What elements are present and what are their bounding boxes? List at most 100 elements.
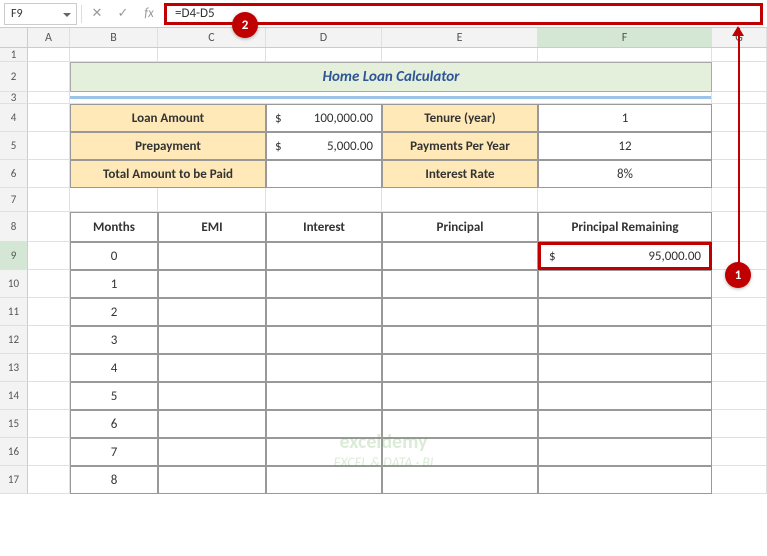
principal-cell[interactable] — [382, 354, 538, 382]
cell[interactable] — [712, 298, 767, 326]
cell[interactable] — [266, 188, 382, 212]
selected-cell-f9[interactable]: $95,000.00 — [538, 242, 712, 270]
cell[interactable] — [28, 212, 70, 242]
emi-cell[interactable] — [158, 270, 266, 298]
cancel-icon[interactable]: ✕ — [86, 3, 108, 25]
interest-cell[interactable] — [266, 298, 382, 326]
cell[interactable] — [70, 48, 158, 62]
rate-label[interactable]: Interest Rate — [382, 160, 538, 188]
principal-cell[interactable] — [382, 326, 538, 354]
enter-icon[interactable]: ✓ — [112, 3, 134, 25]
cell[interactable] — [28, 92, 70, 104]
cell[interactable] — [382, 188, 538, 212]
month-cell[interactable]: 1 — [70, 270, 158, 298]
month-cell[interactable]: 2 — [70, 298, 158, 326]
row-header-13[interactable]: 13 — [0, 354, 28, 382]
remaining-cell[interactable] — [538, 382, 712, 410]
interest-cell[interactable] — [266, 270, 382, 298]
remaining-cell[interactable] — [538, 298, 712, 326]
principal-cell[interactable] — [382, 382, 538, 410]
title-cell[interactable]: Home Loan Calculator — [70, 62, 712, 92]
cell[interactable] — [158, 48, 266, 62]
row-header-17[interactable]: 17 — [0, 466, 28, 494]
cell[interactable] — [712, 410, 767, 438]
select-all-corner[interactable] — [0, 28, 28, 47]
cell[interactable] — [28, 354, 70, 382]
month-cell[interactable]: 6 — [70, 410, 158, 438]
principal-cell[interactable] — [382, 270, 538, 298]
row-header-4[interactable]: 4 — [0, 104, 28, 132]
emi-cell[interactable] — [158, 326, 266, 354]
month-cell[interactable]: 7 — [70, 438, 158, 466]
col-header-f[interactable]: F — [538, 28, 712, 47]
th-principal[interactable]: Principal — [382, 212, 538, 242]
payments-value[interactable]: 12 — [538, 132, 712, 160]
interest-cell[interactable] — [266, 410, 382, 438]
remaining-cell[interactable] — [538, 354, 712, 382]
cell[interactable] — [28, 48, 70, 62]
emi-cell[interactable] — [158, 410, 266, 438]
row-header-3[interactable]: 3 — [0, 92, 28, 104]
col-header-e[interactable]: E — [382, 28, 538, 47]
cell[interactable] — [712, 354, 767, 382]
row-header-8[interactable]: 8 — [0, 212, 28, 242]
cell[interactable] — [28, 62, 70, 92]
th-interest[interactable]: Interest — [266, 212, 382, 242]
th-remaining[interactable]: Principal Remaining — [538, 212, 712, 242]
cell[interactable] — [28, 382, 70, 410]
name-box[interactable]: F9 — [4, 3, 77, 25]
cell[interactable] — [28, 410, 70, 438]
rate-value[interactable]: 8% — [538, 160, 712, 188]
month-cell[interactable]: 5 — [70, 382, 158, 410]
total-amount-value[interactable] — [266, 160, 382, 188]
col-header-a[interactable]: A — [28, 28, 70, 47]
cell[interactable] — [28, 438, 70, 466]
cell[interactable] — [28, 242, 70, 270]
principal-cell[interactable] — [382, 410, 538, 438]
month-cell[interactable]: 3 — [70, 326, 158, 354]
principal-cell[interactable] — [382, 298, 538, 326]
row-header-9[interactable]: 9 — [0, 242, 28, 270]
th-emi[interactable]: EMI — [158, 212, 266, 242]
th-months[interactable]: Months — [70, 212, 158, 242]
row-header-2[interactable]: 2 — [0, 62, 28, 92]
cell[interactable] — [28, 132, 70, 160]
row-header-10[interactable]: 10 — [0, 270, 28, 298]
emi-cell[interactable] — [158, 466, 266, 494]
cell[interactable] — [712, 466, 767, 494]
interest-cell[interactable] — [266, 242, 382, 270]
cell[interactable] — [538, 188, 712, 212]
row-header-14[interactable]: 14 — [0, 382, 28, 410]
prepayment-value[interactable]: $5,000.00 — [266, 132, 382, 160]
row-header-5[interactable]: 5 — [0, 132, 28, 160]
loan-amount-label[interactable]: Loan Amount — [70, 104, 266, 132]
interest-cell[interactable] — [266, 326, 382, 354]
emi-cell[interactable] — [158, 298, 266, 326]
interest-cell[interactable] — [266, 382, 382, 410]
row-header-7[interactable]: 7 — [0, 188, 28, 212]
row-header-15[interactable]: 15 — [0, 410, 28, 438]
principal-cell[interactable] — [382, 466, 538, 494]
remaining-cell[interactable] — [538, 270, 712, 298]
emi-cell[interactable] — [158, 242, 266, 270]
cell[interactable] — [28, 104, 70, 132]
principal-cell[interactable] — [382, 438, 538, 466]
total-amount-label[interactable]: Total Amount to be Paid — [70, 160, 266, 188]
cell[interactable] — [158, 188, 266, 212]
interest-cell[interactable] — [266, 438, 382, 466]
row-header-1[interactable]: 1 — [0, 48, 28, 62]
remaining-cell[interactable] — [538, 438, 712, 466]
cell[interactable] — [266, 48, 382, 62]
emi-cell[interactable] — [158, 354, 266, 382]
cell[interactable] — [28, 298, 70, 326]
loan-amount-value[interactable]: $100,000.00 — [266, 104, 382, 132]
interest-cell[interactable] — [266, 466, 382, 494]
cell[interactable] — [712, 438, 767, 466]
cell[interactable] — [382, 48, 538, 62]
interest-cell[interactable] — [266, 354, 382, 382]
cell[interactable] — [712, 326, 767, 354]
cell[interactable] — [70, 188, 158, 212]
cell[interactable] — [28, 160, 70, 188]
tenure-value[interactable]: 1 — [538, 104, 712, 132]
remaining-cell[interactable] — [538, 466, 712, 494]
